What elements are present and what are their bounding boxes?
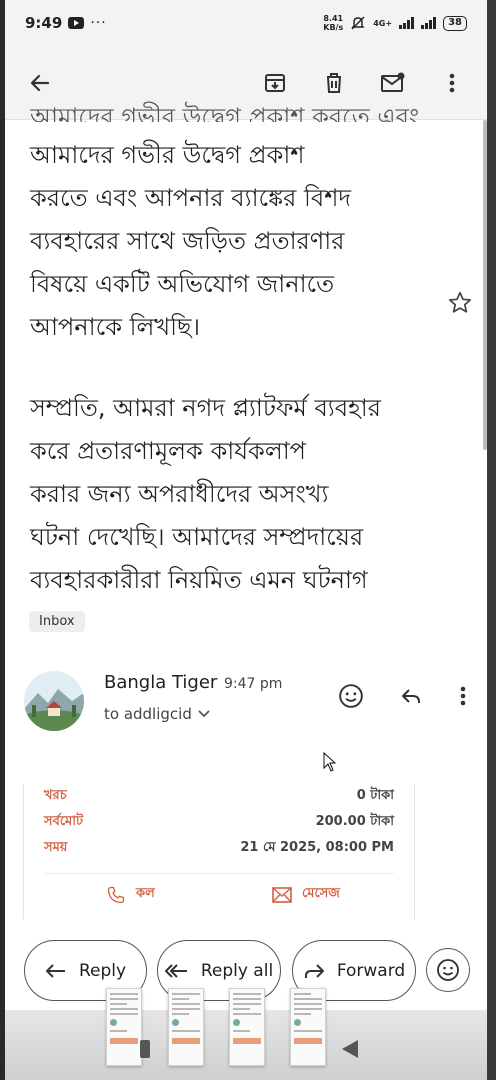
status-bar: 9:49 ··· 8.41 KB/s 4G+ 38 bbox=[5, 0, 487, 46]
archive-icon[interactable] bbox=[262, 70, 288, 96]
reply-label: Reply bbox=[78, 960, 127, 981]
network-speed-value: 8.41 bbox=[323, 14, 344, 23]
receipt-row: খরচ 0 টাকা bbox=[44, 786, 394, 806]
body-line: ব্যবহারের সাথে জড়িত প্রতারণার bbox=[30, 227, 345, 255]
network-speed: 8.41 KB/s bbox=[323, 14, 343, 32]
chevron-down-icon bbox=[198, 710, 210, 718]
email-body-paragraph-2: সম্প্রতি, আমরা নগদ প্ল্যাটফর্ম ব্যবহার ক… bbox=[30, 387, 450, 602]
receipt-label: খরচ bbox=[44, 788, 67, 803]
more-vert-icon[interactable] bbox=[439, 70, 465, 96]
mute-icon bbox=[351, 16, 365, 30]
body-line: ঘটনা দেখেছি। আমাদের সম্প্রদায়ের bbox=[30, 523, 364, 551]
call-button[interactable]: কল bbox=[106, 884, 155, 905]
signal-icon-2 bbox=[421, 17, 437, 29]
message-label: মেসেজ bbox=[302, 886, 340, 901]
smiley-icon bbox=[437, 959, 459, 981]
phone-icon bbox=[107, 886, 125, 903]
receipt-row: সর্বমোট 200.00 টাকা bbox=[44, 812, 394, 832]
recipient-line: to addligcid bbox=[104, 705, 192, 723]
emoji-reaction-icon[interactable] bbox=[337, 682, 365, 710]
body-line: বিষয়ে একটি অভিযোগ জানাতে bbox=[30, 270, 335, 298]
email-body-partial-line: আমাদের গভীর উদ্বেগ প্রকাশ করতে এবং আপনার… bbox=[30, 103, 420, 122]
email-body-paragraph-1: আমাদের গভীর উদ্বেগ প্রকাশ করতে এবং আপনার… bbox=[30, 134, 450, 349]
network-speed-unit: KB/s bbox=[323, 23, 344, 32]
body-line: সম্প্রতি, আমরা নগদ প্ল্যাটফর্ম ব্যবহার bbox=[30, 394, 381, 422]
reply-all-label: Reply all bbox=[200, 960, 274, 981]
youtube-notification-icon bbox=[68, 17, 85, 29]
receipt-label: সর্বমোট bbox=[44, 814, 84, 829]
body-line: আপনাকে লিখছি। bbox=[30, 313, 201, 341]
receipt-row: সময় 21 মে 2025, 08:00 PM bbox=[44, 838, 394, 858]
forward-arrow-icon bbox=[304, 963, 324, 978]
screenshot-thumbnail[interactable] bbox=[106, 988, 142, 1066]
reply-all-icon bbox=[164, 963, 187, 978]
network-type: 4G+ bbox=[373, 18, 393, 28]
status-time: 9:49 bbox=[25, 14, 63, 32]
message-action-button[interactable]: মেসেজ bbox=[272, 884, 340, 905]
body-line: করতে এবং আপনার ব্যাঙ্কের বিশদ bbox=[30, 184, 352, 212]
mouse-cursor-icon bbox=[323, 752, 337, 772]
mail-unread-icon[interactable] bbox=[380, 70, 406, 96]
call-label: কল bbox=[136, 886, 155, 901]
screenshot-thumbnail[interactable] bbox=[229, 988, 265, 1066]
screenshot-thumbnail[interactable] bbox=[290, 988, 326, 1066]
screen-edge-left bbox=[0, 0, 5, 1080]
recipient-details-toggle[interactable]: to addligcid bbox=[104, 705, 210, 723]
receipt-label: সময় bbox=[44, 840, 68, 855]
screenshot-thumbnail[interactable] bbox=[168, 988, 204, 1066]
signal-icon-1 bbox=[399, 17, 415, 29]
message-more-icon[interactable] bbox=[449, 682, 477, 710]
divider bbox=[44, 873, 394, 874]
back-arrow-icon[interactable] bbox=[27, 70, 53, 96]
label-chip-inbox[interactable]: Inbox bbox=[29, 611, 85, 632]
receipt-value: 0 টাকা bbox=[356, 788, 394, 803]
avatar[interactable] bbox=[24, 671, 84, 731]
nav-back-icon[interactable] bbox=[342, 1040, 358, 1058]
forward-label: Forward bbox=[336, 960, 406, 981]
nav-home-icon[interactable] bbox=[140, 1040, 150, 1058]
receipt-value: 21 মে 2025, 08:00 PM bbox=[240, 840, 394, 855]
body-line: ব্যবহারকারীরা নিয়মিত এমন ঘটনাগ bbox=[30, 566, 368, 594]
add-reaction-button[interactable] bbox=[426, 948, 470, 992]
reply-icon[interactable] bbox=[397, 682, 425, 710]
sender-name: Bangla Tiger bbox=[104, 672, 218, 693]
more-notifications-icon: ··· bbox=[90, 15, 107, 31]
body-line: করার জন্য অপরাধীদের অসংখ্য bbox=[30, 480, 329, 508]
battery-icon: 38 bbox=[443, 15, 467, 31]
star-icon[interactable] bbox=[447, 290, 473, 316]
screen-edge-right bbox=[487, 0, 496, 1080]
body-line: আমাদের গভীর উদ্বেগ প্রকাশ bbox=[30, 141, 305, 169]
envelope-icon bbox=[272, 886, 292, 903]
scrollbar[interactable] bbox=[483, 120, 487, 450]
receipt-card: খরচ 0 টাকা সর্বমোট 200.00 টাকা সময় 21 ম… bbox=[23, 784, 415, 919]
trash-icon[interactable] bbox=[321, 70, 347, 96]
receipt-value: 200.00 টাকা bbox=[315, 814, 394, 829]
body-line: করে প্রতারণামূলক কার্যকলাপ bbox=[30, 437, 306, 465]
reply-arrow-icon bbox=[45, 963, 65, 978]
message-time: 9:47 pm bbox=[224, 676, 283, 692]
